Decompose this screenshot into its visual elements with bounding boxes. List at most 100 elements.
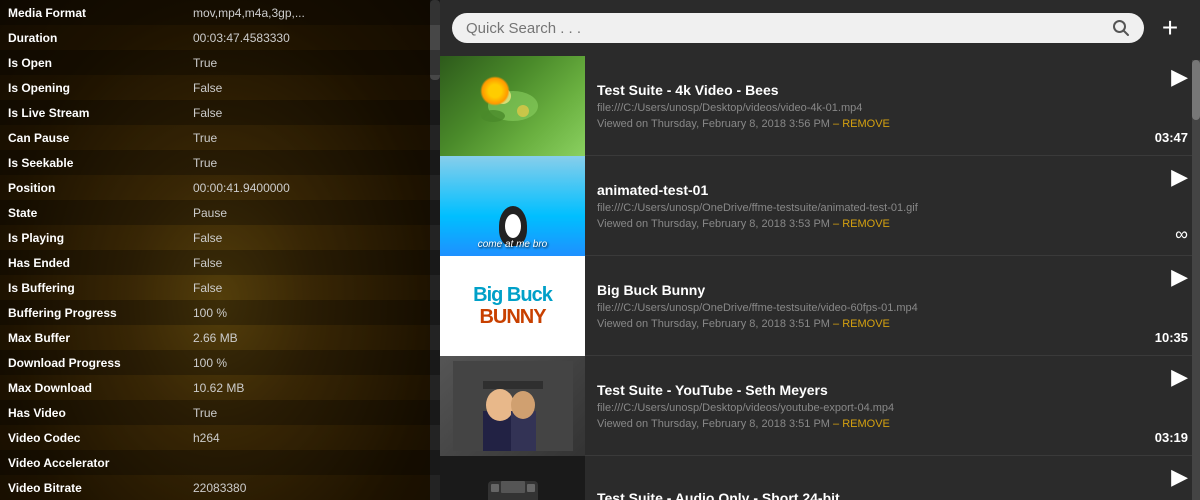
prop-key: Is Open — [0, 56, 185, 70]
video-path: file:///C:/Users/unosp/OneDrive/ffme-tes… — [597, 202, 1120, 214]
play-button[interactable]: ▶ — [1171, 366, 1188, 388]
duration-badge: 03:19 — [1155, 430, 1188, 445]
prop-value: True — [185, 131, 440, 145]
prop-row: Has Ended False — [0, 250, 440, 275]
thumbnail-seth — [440, 356, 585, 456]
bbb-logo: Big BuckBUNNY — [473, 284, 552, 328]
video-item[interactable]: Test Suite - Audio Only - Short 24-bit f… — [440, 456, 1200, 500]
prop-value: True — [185, 156, 440, 170]
video-viewed: Viewed on Thursday, February 8, 2018 3:5… — [597, 218, 1120, 230]
prop-value: False — [185, 231, 440, 245]
video-item[interactable]: Test Suite - 4k Video - Bees file:///C:/… — [440, 56, 1200, 156]
prop-row: Is Opening False — [0, 75, 440, 100]
remove-link[interactable]: – REMOVE — [830, 118, 890, 130]
prop-key: Buffering Progress — [0, 306, 185, 320]
video-thumb: come at me bro — [440, 156, 585, 256]
remove-link[interactable]: – REMOVE — [830, 218, 890, 230]
video-list[interactable]: Test Suite - 4k Video - Bees file:///C:/… — [440, 56, 1200, 500]
video-actions: ▶ 10:35 — [1132, 256, 1192, 355]
video-title: Test Suite - 4k Video - Bees — [597, 82, 1120, 98]
video-actions: ▶ 03:47 — [1132, 56, 1192, 155]
play-button[interactable]: ▶ — [1171, 466, 1188, 488]
prop-value: h264 — [185, 431, 440, 445]
video-actions: ▶ — [1132, 456, 1192, 500]
prop-key: Max Buffer — [0, 331, 185, 345]
video-info: Test Suite - Audio Only - Short 24-bit f… — [585, 480, 1132, 500]
thumbnail-audio — [440, 456, 585, 500]
prop-value: 2.66 MB — [185, 331, 440, 345]
prop-key: State — [0, 206, 185, 220]
remove-link[interactable]: – REMOVE — [830, 418, 890, 430]
prop-value: False — [185, 81, 440, 95]
prop-value: 00:00:41.9400000 — [185, 181, 440, 195]
prop-row: Is Playing False — [0, 225, 440, 250]
prop-row: State Pause — [0, 200, 440, 225]
video-info: Big Buck Bunny file:///C:/Users/unosp/On… — [585, 272, 1132, 340]
duration-badge: ∞ — [1175, 224, 1188, 245]
prop-value: Pause — [185, 206, 440, 220]
prop-value: False — [185, 256, 440, 270]
search-input-wrapper[interactable] — [452, 13, 1144, 43]
prop-row: Media Format mov,mp4,m4a,3gp,... — [0, 0, 440, 25]
prop-key: Is Opening — [0, 81, 185, 95]
play-button[interactable]: ▶ — [1171, 266, 1188, 288]
prop-row: Can Pause True — [0, 125, 440, 150]
duration-badge: 03:47 — [1155, 130, 1188, 145]
remove-link[interactable]: – REMOVE — [830, 318, 890, 330]
video-viewed: Viewed on Thursday, February 8, 2018 3:5… — [597, 118, 1120, 130]
video-title: Test Suite - Audio Only - Short 24-bit — [597, 490, 1120, 500]
prop-row: Buffering Progress 100 % — [0, 300, 440, 325]
video-actions: ▶ ∞ — [1132, 156, 1192, 255]
video-info: Test Suite - YouTube - Seth Meyers file:… — [585, 372, 1132, 440]
search-bar: + — [440, 0, 1200, 56]
prop-key: Duration — [0, 31, 185, 45]
prop-key: Download Progress — [0, 356, 185, 370]
prop-key: Video Accelerator — [0, 456, 185, 470]
duration-badge: 10:35 — [1155, 330, 1188, 345]
prop-row: Max Buffer 2.66 MB — [0, 325, 440, 350]
prop-value: True — [185, 56, 440, 70]
prop-row: Is Live Stream False — [0, 100, 440, 125]
search-input[interactable] — [466, 20, 1104, 37]
video-item[interactable]: Big BuckBUNNY Big Buck Bunny file:///C:/… — [440, 256, 1200, 356]
prop-row: Is Seekable True — [0, 150, 440, 175]
prop-row: Video Accelerator — [0, 450, 440, 475]
video-thumb — [440, 456, 585, 500]
video-thumb: Big BuckBUNNY — [440, 256, 585, 356]
video-info: animated-test-01 file:///C:/Users/unosp/… — [585, 172, 1132, 240]
right-panel: + Test Suite - 4k Video - Bees file:///C… — [440, 0, 1200, 500]
search-button[interactable] — [1112, 19, 1130, 37]
prop-row: Max Download 10.62 MB — [0, 375, 440, 400]
right-scrollbar[interactable] — [1192, 60, 1200, 500]
play-button[interactable]: ▶ — [1171, 166, 1188, 188]
prop-key: Position — [0, 181, 185, 195]
prop-value: True — [185, 406, 440, 420]
prop-key: Media Format — [0, 6, 185, 20]
video-title: animated-test-01 — [597, 182, 1120, 198]
prop-key: Is Buffering — [0, 281, 185, 295]
add-button[interactable]: + — [1152, 10, 1188, 46]
video-item[interactable]: Test Suite - YouTube - Seth Meyers file:… — [440, 356, 1200, 456]
prop-value: 100 % — [185, 306, 440, 320]
properties-table: Media Format mov,mp4,m4a,3gp,... Duratio… — [0, 0, 440, 500]
prop-row: Position 00:00:41.9400000 — [0, 175, 440, 200]
prop-key: Is Playing — [0, 231, 185, 245]
left-panel: Media Format mov,mp4,m4a,3gp,... Duratio… — [0, 0, 440, 500]
video-item[interactable]: come at me bro animated-test-01 file:///… — [440, 156, 1200, 256]
prop-key: Can Pause — [0, 131, 185, 145]
play-button[interactable]: ▶ — [1171, 66, 1188, 88]
prop-key: Has Ended — [0, 256, 185, 270]
video-thumb — [440, 56, 585, 156]
video-actions: ▶ 03:19 — [1132, 356, 1192, 455]
prop-key: Video Bitrate — [0, 481, 185, 495]
prop-value: 00:03:47.4583330 — [185, 31, 440, 45]
prop-value: False — [185, 106, 440, 120]
video-path: file:///C:/Users/unosp/Desktop/videos/yo… — [597, 402, 1120, 414]
thumbnail-penguin: come at me bro — [440, 156, 585, 256]
prop-row: Download Progress 100 % — [0, 350, 440, 375]
video-viewed: Viewed on Thursday, February 8, 2018 3:5… — [597, 318, 1120, 330]
video-thumb — [440, 356, 585, 456]
thumbnail-bbb: Big BuckBUNNY — [440, 256, 585, 356]
video-info: Test Suite - 4k Video - Bees file:///C:/… — [585, 72, 1132, 140]
overlay-text: come at me bro — [440, 239, 585, 250]
